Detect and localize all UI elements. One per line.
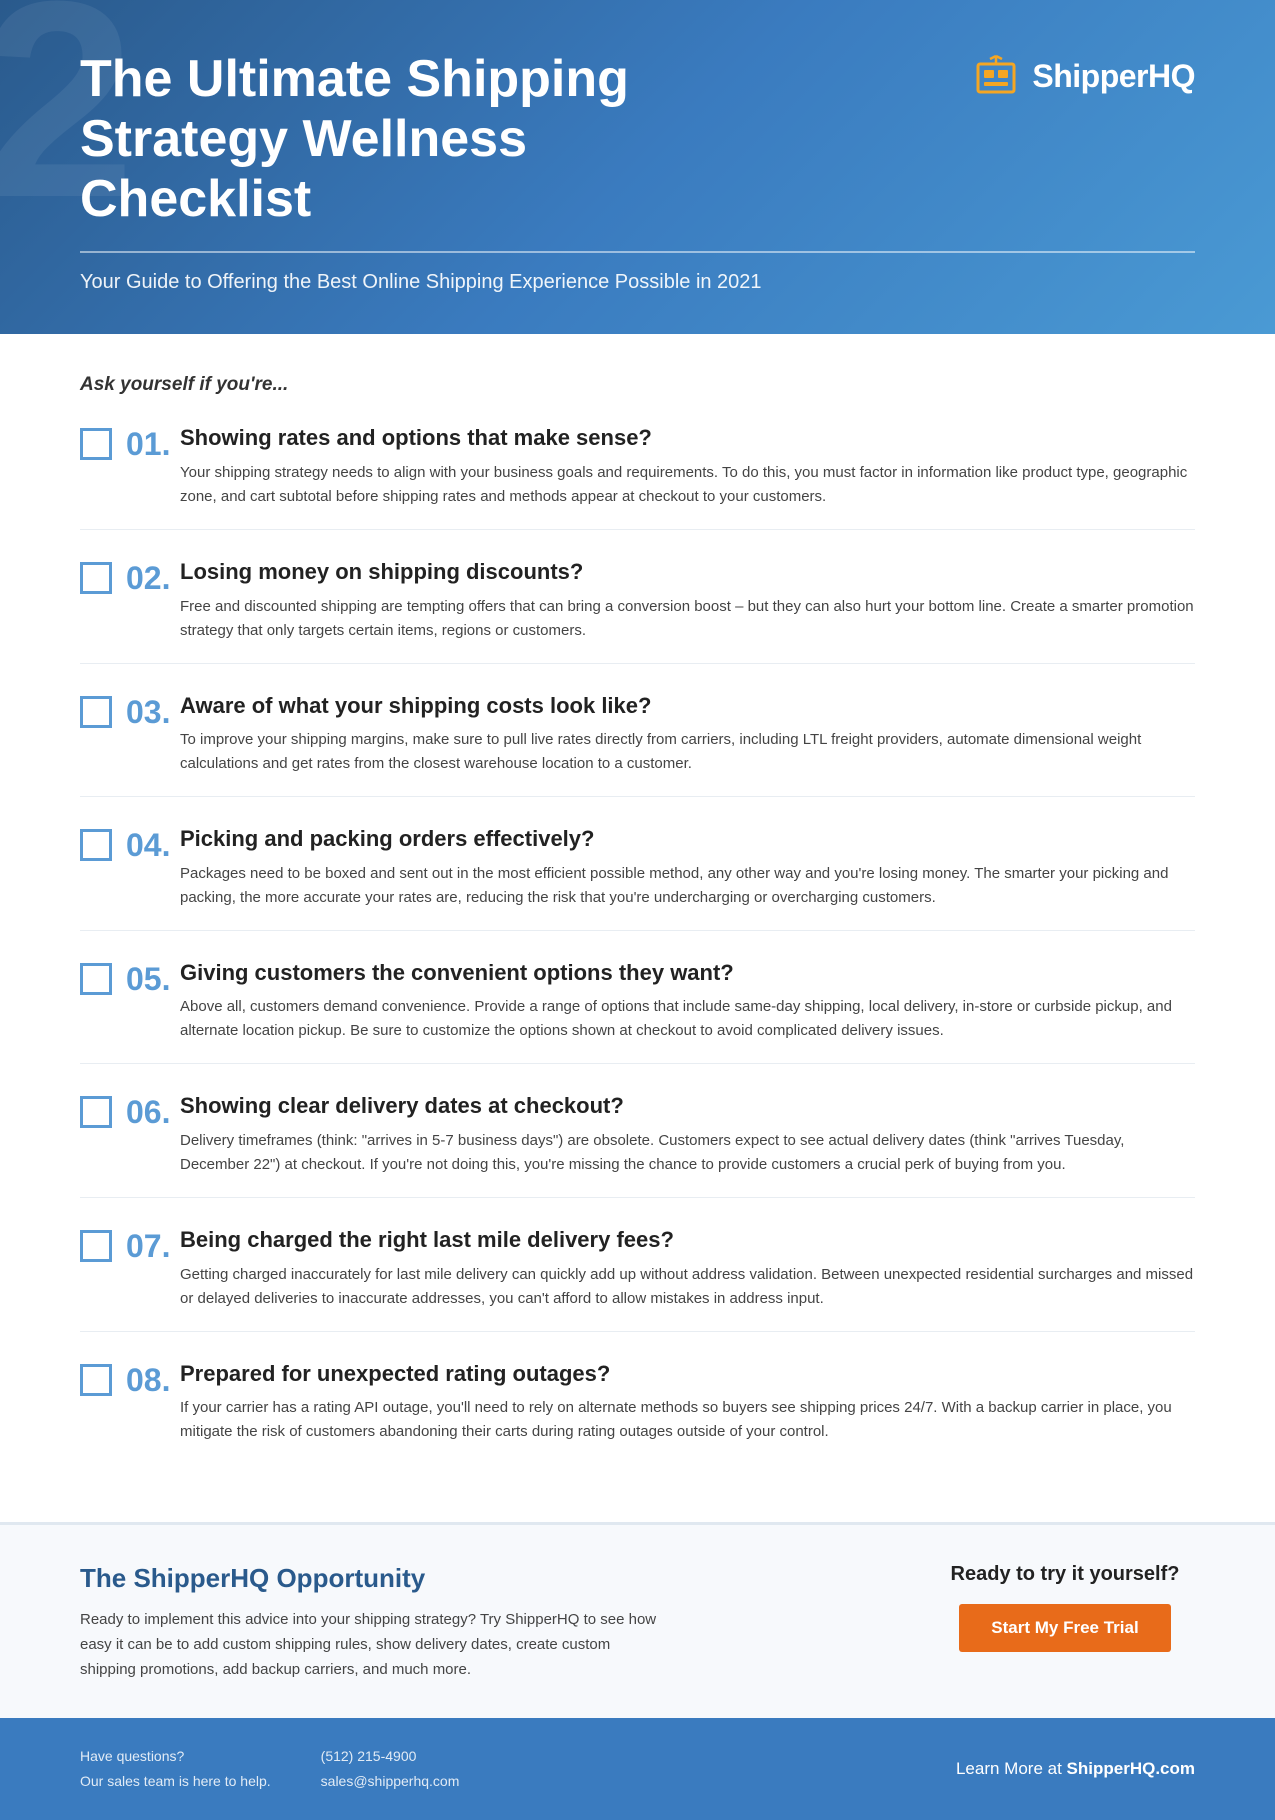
checklist-item: 08. Prepared for unexpected rating outag… [80,1360,1195,1465]
item-body-2: Free and discounted shipping are temptin… [180,595,1195,643]
footer-questions: Have questions? [80,1746,271,1767]
item-content-7: Being charged the right last mile delive… [180,1226,1195,1311]
item-content-3: Aware of what your shipping costs look l… [180,692,1195,777]
ask-intro: Ask yourself if you're... [80,374,1195,396]
footer-contact-info: (512) 215-4900 sales@shipperhq.com [321,1746,460,1792]
item-heading-8: Prepared for unexpected rating outages? [180,1360,1195,1389]
item-content-2: Losing money on shipping discounts? Free… [180,558,1195,643]
checkbox-area: 01. [80,424,180,460]
checkbox-area: 03. [80,692,180,728]
item-content-4: Picking and packing orders effectively? … [180,825,1195,910]
item-body-5: Above all, customers demand convenience.… [180,995,1195,1043]
checkbox-1[interactable] [80,428,112,460]
checklist-item: 06. Showing clear delivery dates at chec… [80,1092,1195,1198]
item-body-7: Getting charged inaccurately for last mi… [180,1263,1195,1311]
item-body-8: If your carrier has a rating API outage,… [180,1396,1195,1444]
opportunity-left: The ShipperHQ Opportunity Ready to imple… [80,1563,875,1682]
item-heading-4: Picking and packing orders effectively? [180,825,1195,854]
checkbox-8[interactable] [80,1364,112,1396]
footer-email: sales@shipperhq.com [321,1771,460,1792]
checklist-item: 02. Losing money on shipping discounts? … [80,558,1195,664]
ready-text: Ready to try it yourself? [951,1563,1180,1586]
item-body-3: To improve your shipping margins, make s… [180,728,1195,776]
footer-learn-more-link: ShipperHQ.com [1067,1759,1195,1778]
header-divider [80,251,1195,253]
opportunity-body: Ready to implement this advice into your… [80,1608,660,1682]
header-subtitle: Your Guide to Offering the Best Online S… [80,271,1195,294]
checkbox-area: 07. [80,1226,180,1262]
item-number-7: 07. [126,1230,178,1262]
item-heading-7: Being charged the right last mile delive… [180,1226,1195,1255]
checklist-item: 01. Showing rates and options that make … [80,424,1195,530]
item-content-6: Showing clear delivery dates at checkout… [180,1092,1195,1177]
checklist-item: 03. Aware of what your shipping costs lo… [80,692,1195,798]
item-number-5: 05. [126,963,178,995]
item-content-5: Giving customers the convenient options … [180,959,1195,1044]
checkbox-area: 06. [80,1092,180,1128]
item-body-1: Your shipping strategy needs to align wi… [180,461,1195,509]
logo-text: ShipperHQ [1032,58,1195,95]
header-top: The Ultimate Shipping Strategy Wellness … [80,50,1195,229]
opportunity-right: Ready to try it yourself? Start My Free … [935,1563,1195,1652]
footer-phone: (512) 215-4900 [321,1746,460,1767]
item-number-8: 08. [126,1364,178,1396]
checkbox-3[interactable] [80,696,112,728]
footer-questions-block: Have questions? Our sales team is here t… [80,1746,271,1792]
start-trial-button[interactable]: Start My Free Trial [959,1604,1170,1652]
opportunity-section: The ShipperHQ Opportunity Ready to imple… [0,1522,1275,1718]
checklist-list: 01. Showing rates and options that make … [80,424,1195,1464]
checkbox-area: 05. [80,959,180,995]
item-number-2: 02. [126,562,178,594]
item-body-6: Delivery timeframes (think: "arrives in … [180,1129,1195,1177]
checklist-item: 04. Picking and packing orders effective… [80,825,1195,931]
opportunity-title: The ShipperHQ Opportunity [80,1563,875,1594]
item-number-6: 06. [126,1096,178,1128]
logo: ShipperHQ [970,50,1195,102]
footer: Have questions? Our sales team is here t… [0,1718,1275,1820]
checklist-item: 07. Being charged the right last mile de… [80,1226,1195,1332]
main-content: Ask yourself if you're... 01. Showing ra… [0,334,1275,1522]
page-title: The Ultimate Shipping Strategy Wellness … [80,50,700,229]
checkbox-7[interactable] [80,1230,112,1262]
item-number-4: 04. [126,829,178,861]
checkbox-area: 04. [80,825,180,861]
checkbox-5[interactable] [80,963,112,995]
footer-contact: Have questions? Our sales team is here t… [80,1746,459,1792]
page: 2 The Ultimate Shipping Strategy Wellnes… [0,0,1275,1820]
shipperhq-logo-icon [970,50,1022,102]
checkbox-4[interactable] [80,829,112,861]
item-content-1: Showing rates and options that make sens… [180,424,1195,509]
checkbox-area: 08. [80,1360,180,1396]
item-heading-3: Aware of what your shipping costs look l… [180,692,1195,721]
footer-sales-team: Our sales team is here to help. [80,1771,271,1792]
item-heading-2: Losing money on shipping discounts? [180,558,1195,587]
item-number-1: 01. [126,428,178,460]
footer-learn-more-text: Learn More at [956,1759,1067,1778]
item-body-4: Packages need to be boxed and sent out i… [180,862,1195,910]
checklist-item: 05. Giving customers the convenient opti… [80,959,1195,1065]
item-content-8: Prepared for unexpected rating outages? … [180,1360,1195,1445]
item-number-3: 03. [126,696,178,728]
footer-learn-more: Learn More at ShipperHQ.com [956,1759,1195,1779]
checkbox-6[interactable] [80,1096,112,1128]
item-heading-1: Showing rates and options that make sens… [180,424,1195,453]
checkbox-area: 02. [80,558,180,594]
item-heading-6: Showing clear delivery dates at checkout… [180,1092,1195,1121]
checkbox-2[interactable] [80,562,112,594]
item-heading-5: Giving customers the convenient options … [180,959,1195,988]
header: 2 The Ultimate Shipping Strategy Wellnes… [0,0,1275,334]
